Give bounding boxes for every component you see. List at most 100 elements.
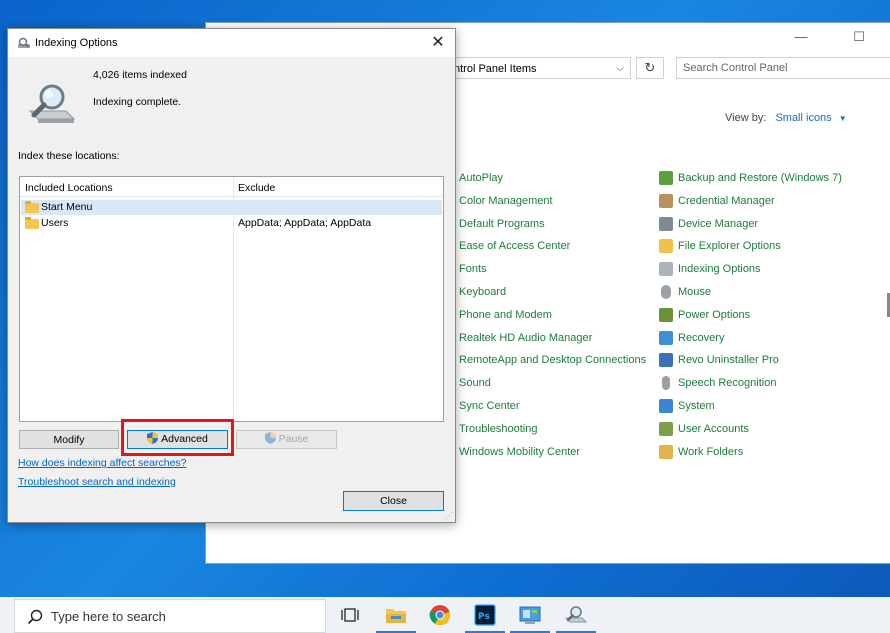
minimize-icon[interactable]: — [793,29,809,44]
chevron-down-icon[interactable]: ⌵ [616,58,624,80]
cp-item-user-accounts[interactable]: User Accounts [659,421,842,445]
cp-item-credential-manager[interactable]: Credential Manager [659,193,842,217]
cp-item-recovery[interactable]: Recovery [659,330,842,354]
cp-item-remoteapp[interactable]: RemoteApp and Desktop Connections [459,353,646,376]
how-indexing-affects-link[interactable]: How does indexing affect searches? [18,457,187,469]
photoshop-icon[interactable]: Ps [465,601,505,633]
search-icon [27,609,43,625]
chrome-icon[interactable] [426,601,454,629]
cp-items-column-a: AutoPlay Color Management Default Progra… [459,171,646,467]
cp-items-column-b: Backup and Restore (Windows 7) Credentia… [659,171,842,467]
cp-item-backup-restore[interactable]: Backup and Restore (Windows 7) [659,171,842,194]
cp-item-label: Recovery [678,331,725,344]
cp-item-troubleshooting[interactable]: Troubleshooting [459,422,646,445]
cp-item-label: User Accounts [678,422,749,435]
dialog-titlebar: Indexing Options ✕ [8,29,455,57]
credential-icon [659,193,673,208]
cp-item-realtek-audio[interactable]: Realtek HD Audio Manager [459,331,646,354]
uac-shield-icon [264,432,276,444]
indexing-status: Indexing complete. [93,96,182,108]
file-explorer-icon[interactable] [376,601,416,633]
modify-button[interactable]: Modify [19,430,119,449]
backup-icon [659,171,673,185]
taskbar-search-placeholder: Type here to search [51,609,166,624]
svg-text:Ps: Ps [478,612,490,622]
view-by: View by: Small icons ▼ [725,112,847,124]
taskbar: Type here to search Ps [0,597,890,633]
indexing-options-dialog: Indexing Options ✕ 4,026 items indexed I… [7,28,456,523]
pause-button: Pause [236,430,337,449]
cp-item-indexing-options[interactable]: Indexing Options [659,262,842,285]
cp-item-keyboard[interactable]: Keyboard [459,285,646,308]
indexing-icon [18,37,30,48]
indexing-options-taskbar-icon[interactable] [556,601,596,633]
mouse-icon [661,284,671,299]
cp-item-color-management[interactable]: Color Management [459,194,646,217]
cp-item-ease-of-access[interactable]: Ease of Access Center [459,239,646,262]
cp-item-windows-mobility[interactable]: Windows Mobility Center [459,445,646,468]
location-name: Start Menu [41,201,93,213]
cp-item-default-programs[interactable]: Default Programs [459,217,646,240]
pause-button-label: Pause [278,433,309,445]
control-panel-search-input[interactable]: Search Control Panel [676,57,890,79]
address-text: ntrol Panel Items [454,63,537,75]
troubleshoot-link[interactable]: Troubleshoot search and indexing [18,476,176,488]
list-header: Included Locations Exclude [20,177,443,197]
cp-item-label: Backup and Restore (Windows 7) [678,172,842,184]
control-panel-icon[interactable] [510,601,550,633]
resize-grip-icon[interactable]: ⋰ [445,512,453,520]
column-header-exclude[interactable]: Exclude [238,182,275,194]
close-button[interactable]: Close [343,491,444,511]
system-icon [659,398,673,413]
cp-item-file-explorer-options[interactable]: File Explorer Options [659,239,842,262]
cp-item-sound[interactable]: Sound [459,376,646,399]
location-exclude: AppData; AppData; AppData [238,217,372,229]
power-icon [659,307,673,322]
indexing-icon [659,262,673,277]
cp-item-system[interactable]: System [659,398,842,422]
cp-item-label: Credential Manager [678,194,775,207]
search-placeholder: Search Control Panel [683,62,788,74]
cp-item-speech-recognition[interactable]: Speech Recognition [659,376,842,399]
table-row[interactable]: Users AppData; AppData; AppData [21,216,442,231]
table-row[interactable]: Start Menu [21,200,442,215]
cp-item-label: Speech Recognition [678,377,777,390]
folder-icon [25,201,39,213]
cp-item-power-options[interactable]: Power Options [659,307,842,331]
locations-label: Index these locations: [18,150,120,162]
work-folders-icon [659,444,673,459]
cp-item-label: Revo Uninstaller Pro [678,354,779,367]
cp-item-revo-uninstaller[interactable]: Revo Uninstaller Pro [659,353,842,376]
items-indexed-count: 4,026 items indexed [93,69,187,81]
maximize-icon[interactable]: ☐ [851,29,867,44]
cp-item-mouse[interactable]: Mouse [659,284,842,308]
refresh-icon: ↻ [644,60,656,75]
column-header-included[interactable]: Included Locations [25,182,113,194]
indexing-large-icon [28,84,76,123]
cp-item-label: Indexing Options [678,263,761,276]
cp-item-label: File Explorer Options [678,240,781,253]
cp-item-label: Power Options [678,308,751,321]
dialog-title: Indexing Options [35,37,118,49]
close-icon[interactable]: ✕ [427,32,449,54]
cp-item-autoplay[interactable]: AutoPlay [459,171,646,194]
revo-icon [659,353,673,368]
task-view-icon[interactable] [336,601,364,629]
view-by-label: View by: [725,112,767,124]
cp-item-label: System [678,399,715,412]
cp-item-fonts[interactable]: Fonts [459,262,646,285]
device-manager-icon [659,216,673,231]
view-by-dropdown[interactable]: Small icons [775,112,831,124]
folder-icon [25,217,39,229]
cp-item-label: Device Manager [678,217,759,230]
refresh-button[interactable]: ↻ [636,57,664,79]
taskbar-search-input[interactable]: Type here to search [14,599,326,633]
locations-list[interactable]: Included Locations Exclude Start Menu Us… [19,176,444,422]
address-bar[interactable]: ntrol Panel Items ⌵ [451,57,631,79]
cp-item-sync-center[interactable]: Sync Center [459,399,646,422]
cp-item-label: Mouse [678,285,712,298]
cp-item-phone-modem[interactable]: Phone and Modem [459,308,646,331]
dropdown-arrow-icon[interactable]: ▼ [839,114,847,123]
cp-item-work-folders[interactable]: Work Folders [659,444,842,468]
cp-item-device-manager[interactable]: Device Manager [659,216,842,240]
